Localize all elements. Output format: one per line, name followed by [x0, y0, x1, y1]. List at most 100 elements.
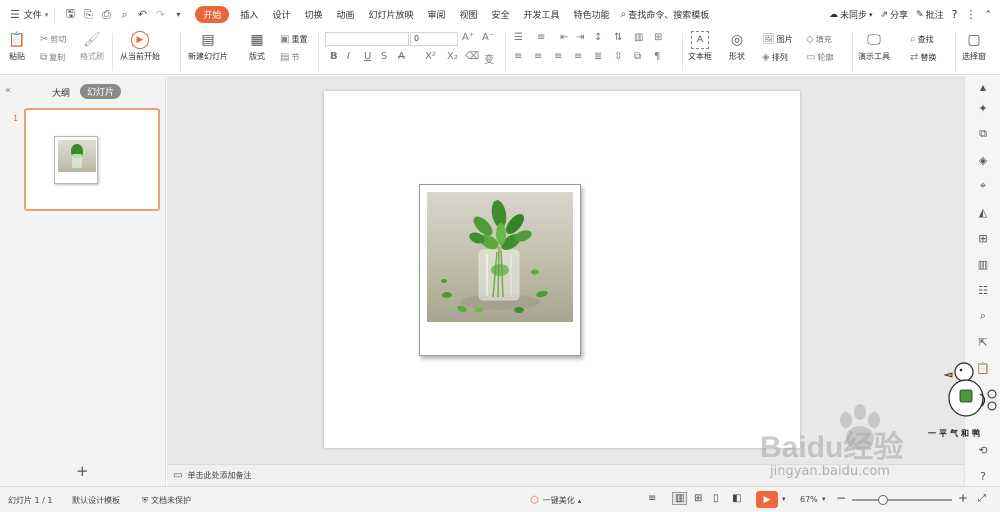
slide[interactable]: [324, 91, 800, 448]
align-left-icon[interactable]: ≡: [514, 51, 522, 62]
bullets-icon[interactable]: ☰: [514, 32, 523, 43]
tab-design[interactable]: 设计: [265, 8, 297, 21]
play-options-icon[interactable]: ▾: [782, 495, 786, 503]
reset-button[interactable]: ▣ 重置: [280, 34, 307, 45]
align-right-icon[interactable]: ≡: [554, 51, 562, 62]
notes-bar[interactable]: ▭ 单击此处添加备注: [167, 464, 964, 486]
magic-icon[interactable]: ✦: [975, 100, 991, 116]
print-icon[interactable]: ⎙: [98, 7, 114, 23]
line-spacing-icon[interactable]: ↕: [594, 32, 602, 43]
fill-panel-icon[interactable]: ◭: [975, 204, 991, 220]
font-size-select[interactable]: 0: [410, 32, 458, 46]
columns-icon[interactable]: ▥: [634, 32, 643, 43]
bold-icon[interactable]: B: [330, 51, 338, 62]
new-slide-button[interactable]: ▤ 新建幻灯片: [188, 31, 228, 62]
decrease-font-icon[interactable]: A⁻: [482, 32, 494, 43]
tab-slides[interactable]: 幻灯片: [80, 84, 122, 99]
shadow-icon[interactable]: S: [381, 51, 387, 62]
tab-review[interactable]: 审阅: [421, 8, 453, 21]
collapse-ribbon-icon[interactable]: ⌃: [984, 10, 992, 20]
preview-icon[interactable]: ⌕: [116, 7, 132, 23]
tab-home[interactable]: 开始: [195, 6, 230, 23]
tab-outline[interactable]: 大纲: [52, 86, 70, 99]
presenter-view-icon[interactable]: ◧: [732, 493, 741, 504]
zoom-in-icon[interactable]: +: [958, 491, 968, 505]
help-panel-icon[interactable]: ?: [975, 468, 991, 484]
shapes-panel-icon[interactable]: ◈: [975, 152, 991, 168]
kebab-icon[interactable]: ⋮: [965, 8, 976, 21]
save-icon[interactable]: 🖫: [62, 7, 78, 23]
redo-icon[interactable]: ↷: [152, 7, 168, 23]
cut-button[interactable]: ✂ 剪切: [40, 34, 66, 45]
normal-view-icon[interactable]: ▥: [672, 492, 688, 505]
grid-icon[interactable]: ⊞: [975, 230, 991, 246]
notes-toggle-icon[interactable]: ≡: [648, 493, 656, 504]
template-icon[interactable]: ⧉: [975, 126, 991, 142]
image-search-icon[interactable]: ⌕: [975, 308, 991, 324]
eraser-icon[interactable]: ⌫: [465, 51, 479, 62]
shape-button[interactable]: ◎ 形状: [728, 31, 746, 62]
outline-button[interactable]: ▭ 轮廓: [806, 52, 833, 63]
add-slide-button[interactable]: +: [76, 462, 89, 480]
fill-button[interactable]: ◇ 填充: [806, 34, 832, 45]
find-button[interactable]: ⌕ 查找: [910, 34, 934, 45]
clipboard-panel-icon[interactable]: 📋: [975, 360, 991, 376]
layout-button[interactable]: ▦ 版式: [248, 31, 266, 62]
indent-decrease-icon[interactable]: ⇤: [560, 32, 568, 43]
arrange-button[interactable]: ◈ 排列: [762, 52, 788, 63]
section-button[interactable]: ▤ 节: [280, 52, 299, 63]
align-text-icon[interactable]: ⇳: [614, 51, 622, 62]
collapse-panel-icon[interactable]: «: [5, 85, 11, 96]
zoom-dropdown-icon[interactable]: ▾: [822, 495, 826, 503]
tab-animation[interactable]: 动画: [329, 8, 361, 21]
increase-font-icon[interactable]: A⁺: [462, 32, 474, 43]
comment-button[interactable]: ✎ 批注: [916, 8, 944, 22]
paragraph-icon[interactable]: ¶: [654, 51, 660, 62]
convert-icon[interactable]: ⧉: [634, 51, 641, 62]
replace-button[interactable]: ⇄ 替换: [910, 52, 936, 63]
photo-frame[interactable]: [419, 184, 581, 356]
from-current-button[interactable]: ▶ 从当前开始: [120, 31, 160, 62]
zoom-slider-thumb[interactable]: [878, 495, 888, 505]
indent-increase-icon[interactable]: ⇥: [576, 32, 584, 43]
superscript-icon[interactable]: X²: [425, 51, 436, 62]
copy-button[interactable]: ⧉ 复制: [40, 52, 65, 63]
subscript-icon[interactable]: X₂: [447, 51, 458, 62]
zoom-level[interactable]: 67%: [800, 495, 818, 504]
export-panel-icon[interactable]: ⇱: [975, 334, 991, 350]
underline-icon[interactable]: U: [364, 51, 371, 62]
protection-status[interactable]: ⛨ 文档未保护: [142, 495, 191, 506]
command-search[interactable]: ⌕ 查找命令、搜索模板: [621, 8, 710, 21]
tab-view[interactable]: 视图: [453, 8, 485, 21]
tab-transition[interactable]: 切换: [297, 8, 329, 21]
share-button[interactable]: ⇗ 分享: [880, 8, 908, 22]
tab-developer[interactable]: 开发工具: [517, 8, 567, 21]
select-pane-button[interactable]: ▢ 选择窗: [962, 31, 986, 62]
justify-icon[interactable]: ≡: [574, 51, 582, 62]
chart-icon[interactable]: ▥: [975, 256, 991, 272]
distribute-icon[interactable]: ≣: [594, 51, 602, 62]
history-icon[interactable]: ⟲: [975, 442, 991, 458]
slide-sorter-icon[interactable]: ⊞: [694, 493, 702, 504]
textbox-button[interactable]: A 文本框: [688, 31, 712, 62]
template-name[interactable]: 默认设计模板: [72, 495, 120, 506]
help-icon[interactable]: ?: [952, 8, 958, 21]
undo-icon[interactable]: ↶: [134, 7, 150, 23]
present-tools-button[interactable]: 🖵 演示工具: [858, 31, 890, 62]
fit-window-icon[interactable]: ⤢: [978, 493, 986, 504]
more-icon[interactable]: ▾: [170, 7, 186, 23]
numbering-icon[interactable]: ≡: [537, 32, 545, 43]
paste-button[interactable]: 📋 粘贴: [8, 31, 26, 62]
tab-special[interactable]: 特色功能: [567, 8, 617, 21]
italic-icon[interactable]: I: [347, 51, 350, 62]
text-direction-icon[interactable]: ⇅: [614, 32, 622, 43]
align-center-icon[interactable]: ≡: [534, 51, 542, 62]
scroll-up-icon[interactable]: ▲: [975, 79, 991, 95]
strikethrough-icon[interactable]: A: [398, 51, 405, 62]
picture-button[interactable]: 🖼 图片: [762, 34, 793, 45]
tab-slideshow[interactable]: 幻灯片放映: [361, 8, 420, 21]
sync-button[interactable]: ☁ 未同步 ▾: [829, 8, 873, 22]
font-family-select[interactable]: [325, 32, 409, 46]
smartart-icon[interactable]: ⊞: [654, 32, 662, 43]
play-button[interactable]: ▶: [756, 491, 778, 508]
